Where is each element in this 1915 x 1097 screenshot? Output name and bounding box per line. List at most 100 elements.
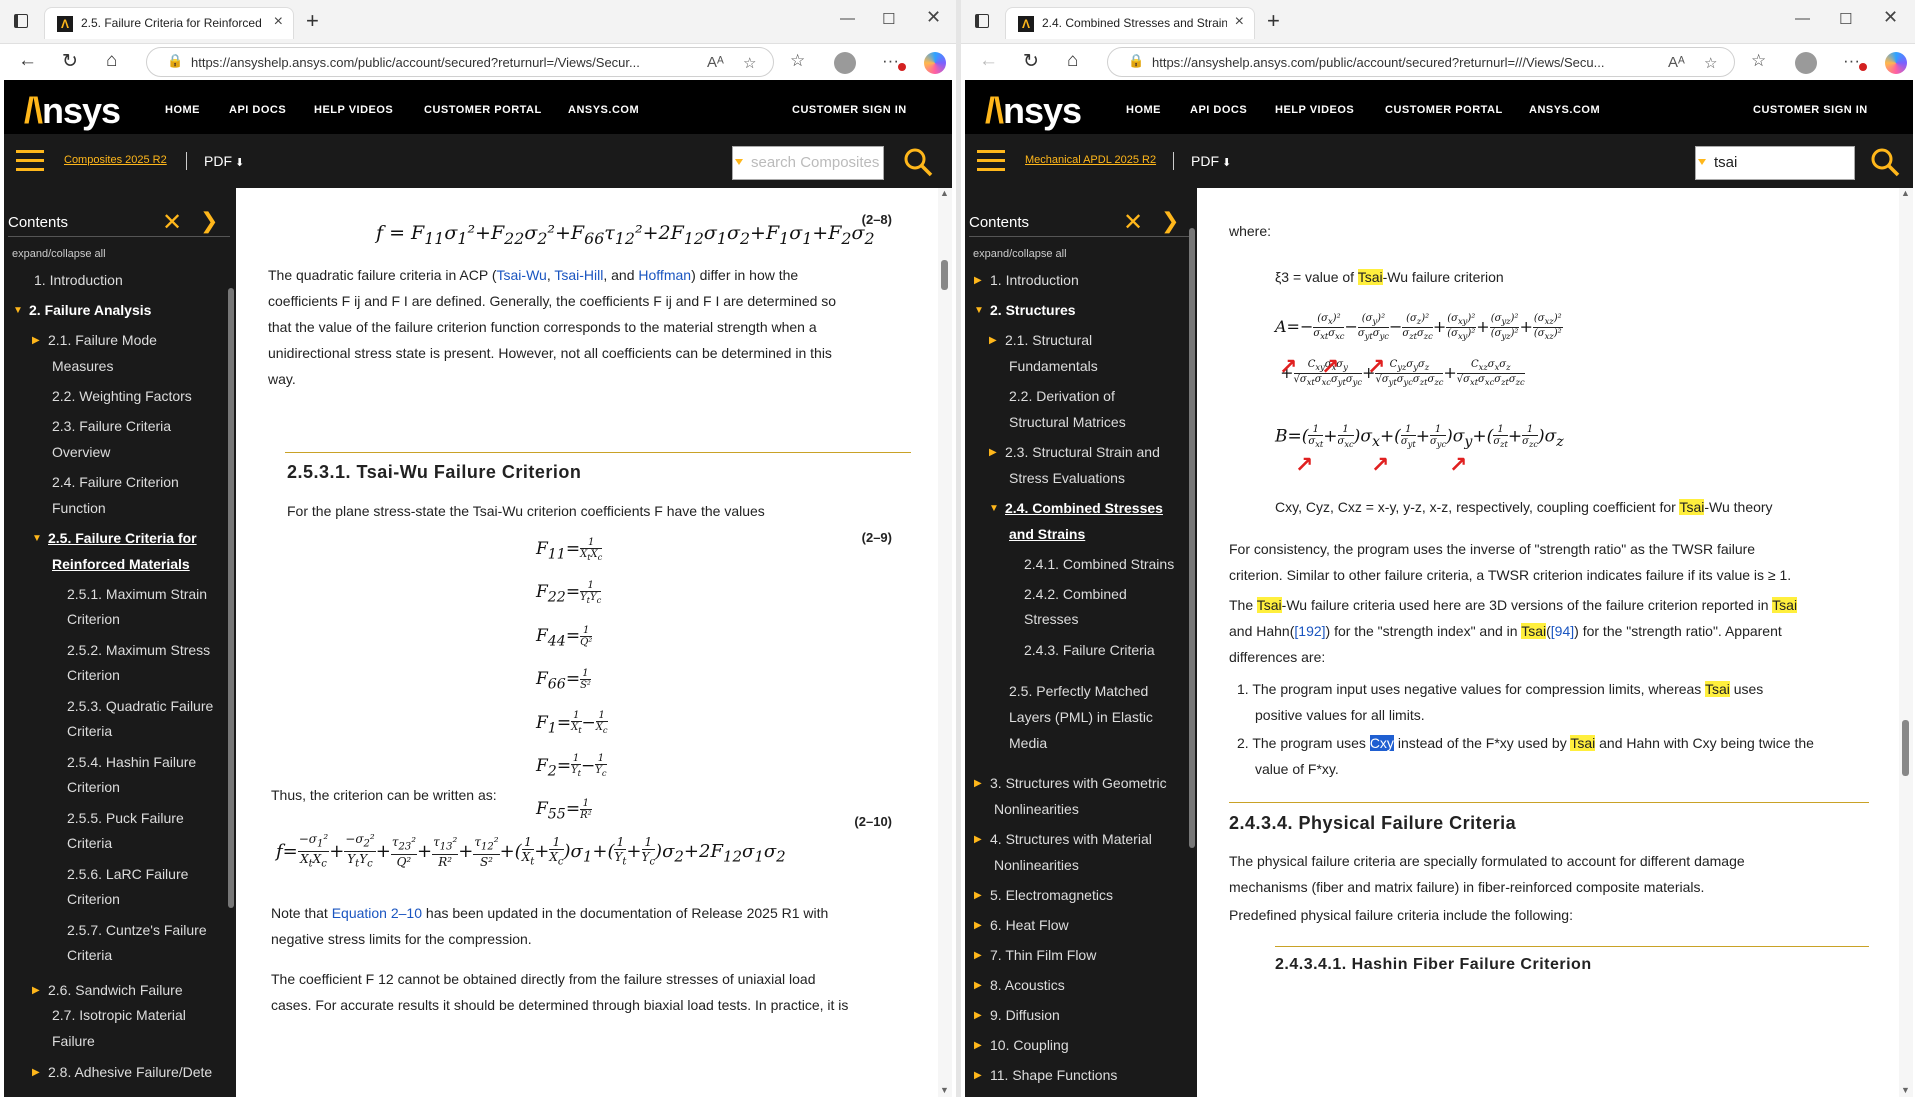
tab-actions-icon[interactable] xyxy=(975,14,989,28)
expand-collapse-link[interactable]: expand/collapse all xyxy=(973,248,1067,260)
url-field[interactable]: 🔒 https://ansyshelp.ansys.com/public/acc… xyxy=(146,47,774,77)
book-link[interactable]: Composites 2025 R2 xyxy=(64,154,167,166)
nav-customer-portal[interactable]: CUSTOMER PORTAL xyxy=(424,104,542,116)
toc-item-2-3-cont[interactable]: Overview xyxy=(52,440,236,465)
scroll-thumb[interactable] xyxy=(941,260,948,290)
nav-customer-portal[interactable]: CUSTOMER PORTAL xyxy=(1385,104,1503,116)
toc-item-2[interactable]: ▼ 2. Structures xyxy=(974,298,1197,323)
favorite-star-icon[interactable]: ☆ xyxy=(743,54,756,72)
content-scrollbar[interactable]: ▲ ▼ xyxy=(1899,188,1913,1097)
search-icon[interactable] xyxy=(1869,146,1901,178)
toc-item-2-4[interactable]: ▼ 2.4. Combined Stresses xyxy=(989,496,1197,521)
close-sidebar-icon[interactable]: ✕ xyxy=(1123,208,1143,237)
refresh-icon[interactable]: ↻ xyxy=(62,50,78,73)
refresh-icon[interactable]: ↻ xyxy=(1023,50,1039,73)
toc-item-2-1[interactable]: ▶ 2.1. Structural xyxy=(989,328,1197,353)
customer-sign-in[interactable]: CUSTOMER SIGN IN xyxy=(792,104,907,116)
url-field[interactable]: 🔒 https://ansyshelp.ansys.com/public/acc… xyxy=(1107,47,1735,77)
back-icon[interactable]: ← xyxy=(979,50,998,72)
nav-help-videos[interactable]: HELP VIDEOS xyxy=(1275,104,1354,116)
copilot-icon[interactable] xyxy=(924,52,946,74)
toc-item-4-cont[interactable]: Nonlinearities xyxy=(994,853,1197,878)
nav-help-videos[interactable]: HELP VIDEOS xyxy=(314,104,393,116)
nav-ansys-com[interactable]: ANSYS.COM xyxy=(1529,104,1600,116)
nav-api-docs[interactable]: API DOCS xyxy=(229,104,286,116)
toc-item-2-5-5[interactable]: 2.5.5. Puck Failure xyxy=(67,806,236,831)
customer-sign-in[interactable]: CUSTOMER SIGN IN xyxy=(1753,104,1868,116)
toc-item-2-1[interactable]: ▶ 2.1. Failure Mode xyxy=(32,328,236,353)
close-sidebar-icon[interactable]: ✕ xyxy=(162,208,182,237)
browser-tab[interactable]: Λ 2.4. Combined Stresses and Strain × xyxy=(1005,7,1255,39)
nav-ansys-com[interactable]: ANSYS.COM xyxy=(568,104,639,116)
toc-item-2-4-2[interactable]: 2.4.2. Combined xyxy=(1024,582,1197,607)
link-tsai-hill[interactable]: Tsai-Hill xyxy=(554,267,603,283)
scroll-up-icon[interactable]: ▲ xyxy=(1901,188,1910,198)
toc-item-2-7[interactable]: 2.7. Isotropic Material xyxy=(52,1003,236,1028)
toc-item-2-3-cont[interactable]: Stress Evaluations xyxy=(1009,466,1197,491)
toc-item-2-5-cont2[interactable]: Media xyxy=(1009,731,1197,756)
toc-item-2-5-2-cont[interactable]: Criterion xyxy=(67,663,236,688)
toc-item-2-4-2-cont[interactable]: Stresses xyxy=(1024,607,1197,632)
pdf-button[interactable]: PDF ⬇ xyxy=(204,153,244,169)
pdf-button[interactable]: PDF ⬇ xyxy=(1191,153,1231,169)
profile-avatar[interactable] xyxy=(834,52,856,74)
favorites-icon[interactable]: ☆ xyxy=(790,51,805,71)
toc-item-2-3[interactable]: ▶ 2.3. Structural Strain and xyxy=(989,440,1197,465)
toc-item-2-5-2[interactable]: 2.5.2. Maximum Stress xyxy=(67,638,236,663)
toc-item-2-5-cont[interactable]: Layers (PML) in Elastic xyxy=(1009,705,1197,730)
toc-item-2-5-5-cont[interactable]: Criteria xyxy=(67,831,236,856)
toc-item-2-4[interactable]: 2.4. Failure Criterion xyxy=(52,470,236,495)
toc-item-2-5[interactable]: ▼ 2.5. Failure Criteria for xyxy=(32,526,236,551)
home-icon[interactable]: ⌂ xyxy=(1067,50,1078,72)
ansys-logo[interactable]: /\nsys xyxy=(985,90,1082,132)
more-icon[interactable]: ··· xyxy=(882,51,899,71)
close-window-icon[interactable]: ✕ xyxy=(926,7,941,28)
toc-item-2-5-3[interactable]: 2.5.3. Quadratic Failure xyxy=(67,694,236,719)
toc-item-2-5-7[interactable]: 2.5.7. Cuntze's Failure xyxy=(67,918,236,943)
toc-item-3-cont[interactable]: Nonlinearities xyxy=(994,797,1197,822)
toc-item-4[interactable]: ▶ 4. Structures with Material xyxy=(974,827,1197,852)
browser-tab[interactable]: Λ 2.5. Failure Criteria for Reinforced × xyxy=(44,7,294,39)
minimize-icon[interactable]: — xyxy=(1795,10,1810,27)
read-aloud-icon[interactable]: Aᴬ xyxy=(1668,54,1685,71)
ansys-logo[interactable]: /\nsys xyxy=(24,90,121,132)
toc-item-8[interactable]: ▶ 8. Acoustics xyxy=(974,973,1197,998)
scroll-down-icon[interactable]: ▼ xyxy=(1901,1085,1910,1095)
home-icon[interactable]: ⌂ xyxy=(106,50,117,72)
reference-link[interactable]: [94] xyxy=(1551,623,1574,639)
copilot-icon[interactable] xyxy=(1885,52,1907,74)
menu-icon[interactable] xyxy=(16,150,44,172)
toc-item-2-6[interactable]: ▶ 2.6. Sandwich Failure xyxy=(32,978,236,1003)
chevron-right-icon[interactable]: ❯ xyxy=(1161,208,1179,234)
content-scrollbar[interactable]: ▲ ▼ xyxy=(938,188,952,1097)
scroll-thumb[interactable] xyxy=(1902,720,1909,776)
toc-item-2-5-6[interactable]: 2.5.6. LaRC Failure xyxy=(67,862,236,887)
toc-item-1[interactable]: 1. Introduction xyxy=(34,268,236,293)
toc-item-3[interactable]: ▶ 3. Structures with Geometric xyxy=(974,771,1197,796)
toc-item-2-5-3-cont[interactable]: Criteria xyxy=(67,719,236,744)
toc-item-2-5-cont[interactable]: Reinforced Materials xyxy=(52,552,236,577)
tab-actions-icon[interactable] xyxy=(14,14,28,28)
toc-item-2-5-1-cont[interactable]: Criterion xyxy=(67,607,236,632)
toc-item-1[interactable]: ▶ 1. Introduction xyxy=(974,268,1197,293)
toc-item-2-5-4[interactable]: 2.5.4. Hashin Failure xyxy=(67,750,236,775)
toc-item-2-2[interactable]: 2.2. Derivation of xyxy=(1009,384,1197,409)
toc-item-5[interactable]: ▶ 5. Electromagnetics xyxy=(974,883,1197,908)
search-input[interactable] xyxy=(751,154,881,171)
menu-icon[interactable] xyxy=(977,150,1005,172)
close-tab-icon[interactable]: × xyxy=(1235,13,1244,31)
nav-api-docs[interactable]: API DOCS xyxy=(1190,104,1247,116)
maximize-icon[interactable]: ☐ xyxy=(882,10,895,28)
toc-item-2-1-cont[interactable]: Measures xyxy=(52,354,236,379)
toc-item-2-2-cont[interactable]: Structural Matrices xyxy=(1009,410,1197,435)
toc-item-7[interactable]: ▶ 7. Thin Film Flow xyxy=(974,943,1197,968)
scroll-up-icon[interactable]: ▲ xyxy=(940,188,949,198)
toc-item-9[interactable]: ▶ 9. Diffusion xyxy=(974,1003,1197,1028)
toc-item-2-4-cont[interactable]: Function xyxy=(52,496,236,521)
toc-item-2-5-7-cont[interactable]: Criteria xyxy=(67,943,236,968)
search-icon[interactable] xyxy=(902,146,934,178)
toc-item-6[interactable]: ▶ 6. Heat Flow xyxy=(974,913,1197,938)
reference-link[interactable]: [192] xyxy=(1294,623,1325,639)
nav-home[interactable]: HOME xyxy=(1126,104,1161,116)
read-aloud-icon[interactable]: Aᴬ xyxy=(707,54,724,71)
